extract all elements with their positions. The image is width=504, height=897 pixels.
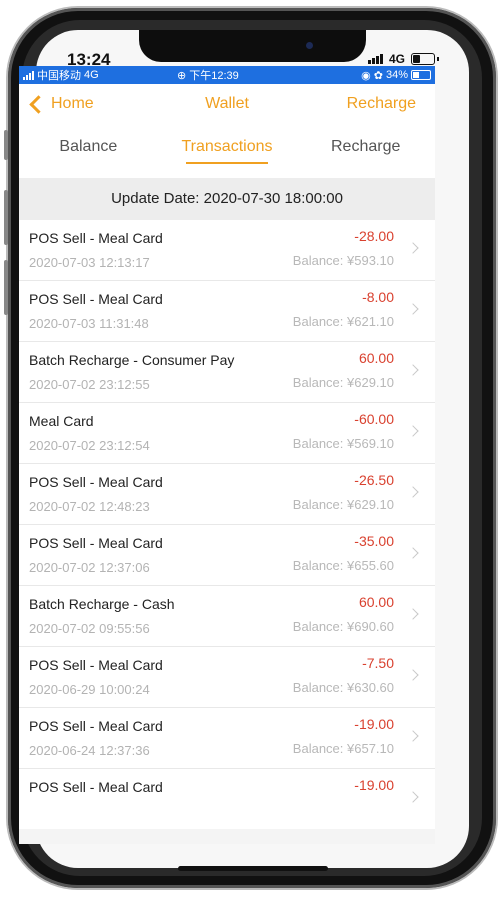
home-indicator[interactable] [178,866,328,871]
chevron-right-icon [407,242,419,254]
transaction-amount: 60.00 [358,594,394,610]
transaction-title: POS Sell - Meal Card [29,779,163,795]
android-status-bar: 中国移动 4G ⊕ 下午12:39 ◉ ✿ 34% [19,66,435,84]
volume-down-button [4,260,8,315]
transaction-amount: -35.00 [354,533,394,549]
network-label: 4G [84,69,99,81]
chevron-right-icon [407,364,419,376]
transaction-row[interactable]: POS Sell - Meal Card -19.00 [19,769,435,829]
transaction-balance: Balance: ¥630.60 [292,680,394,695]
transaction-row[interactable]: POS Sell - Meal Card 2020-07-02 12:37:06… [19,525,435,586]
android-time: 下午12:39 [189,70,239,82]
transaction-date: 2020-07-02 12:37:06 [29,560,150,575]
update-date: Update Date: 2020-07-30 18:00:00 [19,178,435,220]
alarm-icon: ✿ [373,69,383,82]
transaction-list: POS Sell - Meal Card 2020-07-03 12:13:17… [19,220,435,829]
link-icon: ⊕ [177,69,187,82]
transaction-title: Batch Recharge - Consumer Pay [29,352,235,368]
transaction-balance: Balance: ¥629.10 [292,497,394,512]
chevron-right-icon [407,791,419,803]
chevron-right-icon [407,547,419,559]
transaction-balance: Balance: ¥569.10 [292,436,394,451]
transaction-amount: -28.00 [354,228,394,244]
transaction-date: 2020-07-02 23:12:54 [29,438,150,453]
tab-transactions[interactable]: Transactions [158,126,297,178]
transaction-balance: Balance: ¥621.10 [292,314,394,329]
recharge-button[interactable]: Recharge [347,95,416,113]
tab-recharge[interactable]: Recharge [296,126,435,178]
transaction-date: 2020-07-03 11:31:48 [29,316,149,331]
transaction-date: 2020-07-02 23:12:55 [29,377,150,392]
chevron-right-icon [407,486,419,498]
transaction-balance: Balance: ¥657.10 [292,741,394,756]
transaction-row[interactable]: POS Sell - Meal Card 2020-07-02 12:48:23… [19,464,435,525]
transaction-amount: -7.50 [362,655,394,671]
tab-balance[interactable]: Balance [19,126,158,178]
transaction-date: 2020-06-24 12:37:36 [29,743,150,758]
transaction-date: 2020-07-02 09:55:56 [29,621,150,636]
transaction-amount: 60.00 [358,350,394,366]
nav-bar: Home Wallet Recharge [19,84,435,126]
transaction-balance: Balance: ¥690.60 [292,619,394,634]
chevron-right-icon [407,608,419,620]
network-label: 4G [388,52,405,66]
transaction-row[interactable]: POS Sell - Meal Card 2020-06-29 10:00:24… [19,647,435,708]
chevron-right-icon [407,303,419,315]
transaction-date: 2020-07-02 12:48:23 [29,499,150,514]
carrier-label: 中国移动 [37,70,81,82]
tab-bar: Balance Transactions Recharge [19,126,435,178]
chevron-right-icon [407,425,419,437]
transaction-title: POS Sell - Meal Card [29,657,163,673]
transaction-date: 2020-06-29 10:00:24 [29,682,150,697]
chevron-right-icon [407,730,419,742]
chevron-right-icon [407,669,419,681]
transaction-amount: -60.00 [354,411,394,427]
signal-icon [23,70,34,80]
transaction-title: POS Sell - Meal Card [29,535,163,551]
transaction-balance: Balance: ¥655.60 [292,558,394,573]
wallet-app: Home Wallet Recharge Balance Transaction… [19,84,435,844]
transaction-balance: Balance: ¥593.10 [292,253,394,268]
transaction-title: Batch Recharge - Cash [29,596,175,612]
transaction-date: 2020-07-03 12:13:17 [29,255,150,270]
battery-percent: 34% [385,69,408,81]
mute-switch [4,130,8,160]
transaction-amount: -19.00 [354,777,394,793]
location-icon: ◉ [361,69,371,82]
transaction-row[interactable]: POS Sell - Meal Card 2020-06-24 12:37:36… [19,708,435,769]
transaction-amount: -19.00 [354,716,394,732]
transaction-amount: -8.00 [362,289,394,305]
transaction-title: POS Sell - Meal Card [29,474,163,490]
transaction-row[interactable]: Meal Card 2020-07-02 23:12:54 -60.00 Bal… [19,403,435,464]
transaction-title: POS Sell - Meal Card [29,718,163,734]
transaction-balance: Balance: ¥629.10 [292,375,394,390]
transaction-title: POS Sell - Meal Card [29,291,163,307]
transaction-title: Meal Card [29,413,94,429]
signal-icon [367,54,383,64]
transaction-row[interactable]: Batch Recharge - Cash 2020-07-02 09:55:5… [19,586,435,647]
status-indicators: 4G [367,52,439,66]
battery-icon [411,53,435,65]
transaction-row[interactable]: Batch Recharge - Consumer Pay 2020-07-02… [19,342,435,403]
transaction-row[interactable]: POS Sell - Meal Card 2020-07-03 11:31:48… [19,281,435,342]
battery-icon [411,70,431,80]
volume-up-button [4,190,8,245]
transaction-amount: -26.50 [354,472,394,488]
transaction-title: POS Sell - Meal Card [29,230,163,246]
transaction-row[interactable]: POS Sell - Meal Card 2020-07-03 12:13:17… [19,220,435,281]
